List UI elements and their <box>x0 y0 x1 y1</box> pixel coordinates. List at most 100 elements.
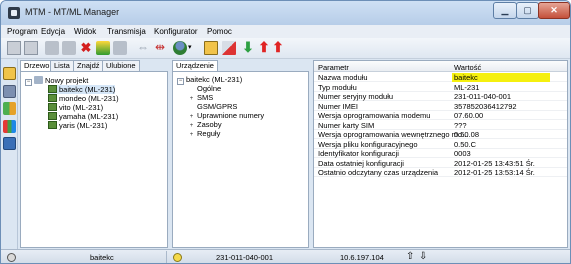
project-icon <box>34 76 43 84</box>
project-tree-panel: − Nowy projekt baitekc (ML-231) mondeo (M… <box>20 71 168 248</box>
download-green-icon[interactable]: ⬇ <box>241 40 255 55</box>
tree-root[interactable]: − Nowy projekt <box>25 76 89 86</box>
connect-icon[interactable] <box>45 41 59 55</box>
app-icon <box>8 7 20 19</box>
expand-icon[interactable]: + <box>188 132 195 140</box>
book-icon[interactable] <box>3 137 16 150</box>
param-cell: Wersja oprogramowania modemu <box>318 111 431 120</box>
network-icon[interactable] <box>3 102 16 115</box>
status-device: baitekc <box>90 253 114 262</box>
arrow-up-red2-icon[interactable]: ⬆ <box>271 40 285 55</box>
device-tabs: Urządzenie <box>172 60 312 72</box>
value-cell[interactable]: 0003 <box>454 149 471 158</box>
value-cell[interactable]: 231-011-040-001 <box>454 92 511 101</box>
delete-icon[interactable]: ✖ <box>79 41 93 55</box>
tree-item[interactable]: vito (ML-231) <box>48 103 103 112</box>
grid-row[interactable]: Identyfikator konfiguracji 0003 <box>314 149 567 158</box>
menu-widok[interactable]: Widok <box>74 27 96 36</box>
upload-red-icon[interactable] <box>222 41 236 55</box>
value-cell[interactable]: ??? <box>454 121 467 130</box>
param-cell: Nazwa modułu <box>318 73 368 82</box>
grid-row[interactable]: Wersja pliku konfiguracyjnego 0.50.C <box>314 140 567 149</box>
module-icon <box>48 85 57 93</box>
value-cell[interactable]: 2012-01-25 13:53:14 Śr. <box>454 168 535 177</box>
value-cell[interactable]: baitekc <box>454 73 478 82</box>
device-node-label: SMS <box>197 93 214 102</box>
grid-row[interactable]: Ostatnio odczytany czas urządzenia 2012-0… <box>314 168 567 177</box>
tree-item-label: baitekc (ML-231) <box>59 85 116 94</box>
link-red-icon[interactable]: ⇹ <box>153 41 167 55</box>
status-ip: 10.6.197.104 <box>340 253 384 262</box>
apps-icon[interactable] <box>3 120 16 133</box>
device-icon[interactable] <box>3 85 16 98</box>
tree-item[interactable]: mondeo (ML-231) <box>48 94 119 103</box>
device-node-ogolne[interactable]: Ogólne <box>197 84 221 93</box>
device-node-numery[interactable]: + Uprawnione numery <box>188 111 264 120</box>
chart-icon[interactable] <box>96 41 110 55</box>
value-cell[interactable]: ML-231 <box>454 83 479 92</box>
collapse-icon[interactable]: − <box>25 79 32 86</box>
menu-program[interactable]: Program <box>7 27 38 36</box>
grid-row[interactable]: Numer karty SIM??? <box>314 121 567 130</box>
link-icon[interactable]: ⇔ <box>136 41 150 55</box>
tab-ulubione[interactable]: Ulubione <box>102 60 140 71</box>
menu-pomoc[interactable]: Pomoc <box>207 27 232 36</box>
tree-item[interactable]: yamaha (ML-231) <box>48 112 118 121</box>
device-node-reguly[interactable]: + Reguły <box>188 129 221 140</box>
tools-icon[interactable] <box>62 41 76 55</box>
device-node-gsm[interactable]: GSM/GPRS <box>197 102 237 111</box>
device-node-zasoby[interactable]: + Zasoby <box>188 120 222 129</box>
grid-row[interactable]: Wersja oprogramowania modemu 07.60.00 <box>314 111 567 120</box>
side-toolbar <box>1 59 18 249</box>
grid-row[interactable]: Wersja oprogramowania wewnętrznego mo...… <box>314 130 567 139</box>
user-icon[interactable] <box>173 41 187 55</box>
tree-item[interactable]: baitekc (ML-231) <box>48 85 116 94</box>
tree-item-label: vito (ML-231) <box>59 103 104 112</box>
tab-znajdz[interactable]: Znajdź <box>73 60 104 71</box>
device-root[interactable]: − baitekc (ML-231) <box>177 75 242 85</box>
grid-row[interactable]: Typ modułu ML-231 <box>314 83 567 92</box>
value-cell[interactable]: 0.50.08 <box>454 130 479 139</box>
value-cell[interactable]: 2012-01-25 13:43:51 Śr. <box>454 159 535 168</box>
dropdown-arrow-icon[interactable]: ▾ <box>188 41 196 55</box>
device-node-label: GSM/GPRS <box>197 102 238 111</box>
menu-konfigurator[interactable]: Konfigurator <box>154 27 198 36</box>
grid-row[interactable]: Numer IMEI 357852036412792 <box>314 102 567 111</box>
grid-row[interactable]: Data ostatniej konfiguracji 2012-01-25 13… <box>314 159 567 168</box>
menu-edycja[interactable]: Edycja <box>41 27 65 36</box>
transfer-up-icon: ⇧ <box>406 251 415 262</box>
grid-row[interactable]: Nazwa modułu baitekc <box>314 73 567 82</box>
grid-row[interactable]: Numer seryjny modułu 231-011-040-001 <box>314 92 567 101</box>
save-icon[interactable] <box>113 41 127 55</box>
tree-item-label: mondeo (ML-231) <box>59 94 119 103</box>
app-window: MTM - MT/ML Manager ▁ ▢ ✕ Program Edycja… <box>0 0 571 264</box>
open-icon[interactable] <box>24 41 38 55</box>
tree-item[interactable]: yaris (ML-231) <box>48 121 107 130</box>
col-value-header[interactable]: Wartość <box>454 63 481 72</box>
expand-icon[interactable]: + <box>188 96 195 104</box>
close-button[interactable]: ✕ <box>538 2 570 19</box>
minimize-button[interactable]: ▁ <box>493 2 517 19</box>
param-cell: Ostatnio odczytany czas urządzenia <box>318 168 439 177</box>
left-tabs: Drzewo Lista Znajdź Ulubione <box>20 60 170 72</box>
module-icon <box>48 121 57 129</box>
value-cell[interactable]: 0.50.C <box>454 140 476 149</box>
tree-root-label: Nowy projekt <box>45 76 89 85</box>
device-node-label: Uprawnione numery <box>197 111 265 120</box>
config-file-icon[interactable] <box>3 67 16 80</box>
param-cell: Data ostatniej konfiguracji <box>318 158 404 168</box>
tab-lista[interactable]: Lista <box>50 60 74 71</box>
module-icon <box>48 112 57 120</box>
device-node-sms[interactable]: + SMS <box>188 93 214 104</box>
maximize-button[interactable]: ▢ <box>516 2 539 19</box>
col-param-header[interactable]: Parametr <box>318 63 349 72</box>
card-icon[interactable] <box>204 41 218 55</box>
value-cell[interactable]: 357852036412792 <box>454 102 517 111</box>
arrow-up-red-icon[interactable]: ⬆ <box>257 40 271 55</box>
menu-transmisja[interactable]: Transmisja <box>107 27 146 36</box>
title-bar[interactable]: MTM - MT/ML Manager ▁ ▢ ✕ <box>1 1 570 25</box>
value-cell[interactable]: 07.60.00 <box>454 111 483 120</box>
status-divider <box>166 251 167 263</box>
collapse-icon[interactable]: − <box>177 78 184 85</box>
new-icon[interactable] <box>7 41 21 55</box>
